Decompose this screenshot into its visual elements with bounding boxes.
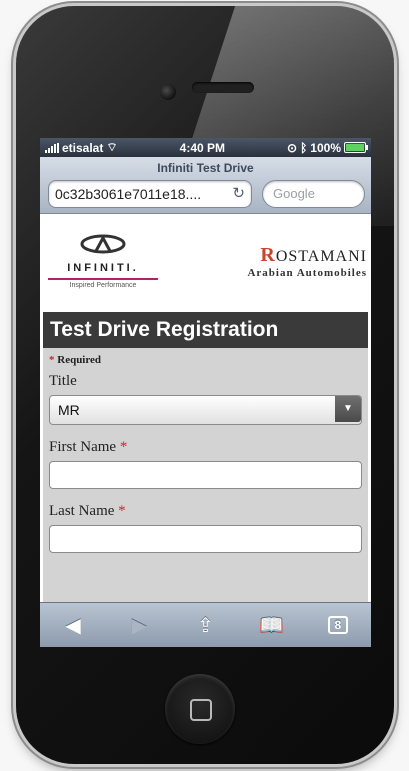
rostamani-logo: ROSTAMANI Arabian Automobiles <box>247 244 367 279</box>
chevron-down-icon: ▼ <box>335 396 361 422</box>
infiniti-wordmark: INFINITI. <box>67 262 139 274</box>
signal-bars-icon <box>45 142 59 153</box>
address-bar[interactable]: 0c32b3061e7011e18.... ↻ <box>48 180 252 208</box>
search-input[interactable]: Google <box>262 180 365 208</box>
forward-icon[interactable]: ▶ <box>119 613 159 638</box>
back-icon[interactable]: ◀ <box>53 613 93 638</box>
bluetooth-icon: ᛒ <box>300 140 308 155</box>
reload-icon[interactable]: ↻ <box>232 181 245 207</box>
rostamani-wordmark: OSTAMANI <box>275 248 367 265</box>
browser-toolbar: ◀ ▶ ⇪ 📖 8 <box>40 602 371 647</box>
title-label: Title <box>49 373 77 389</box>
infiniti-emblem-icon <box>80 234 126 254</box>
last-name-label: Last Name * <box>49 503 126 519</box>
infiniti-tagline: Inspired Performance <box>48 278 158 289</box>
infiniti-logo: INFINITI. Inspired Performance <box>48 234 158 289</box>
logo-banner: INFINITI. Inspired Performance ROSTAMANI… <box>40 214 371 312</box>
battery-icon <box>344 142 368 153</box>
share-icon[interactable]: ⇪ <box>185 613 225 638</box>
phone-screen: etisalat ⌔ 4:40 PM ⊙ ᛒ 100% Infiniti Tes… <box>40 138 371 647</box>
title-select[interactable]: MR ▼ <box>49 395 362 425</box>
browser-page-title: Infiniti Test Drive <box>157 161 254 175</box>
earpiece-speaker <box>192 82 254 93</box>
status-bar: etisalat ⌔ 4:40 PM ⊙ ᛒ 100% <box>40 138 371 157</box>
clock: 4:40 PM <box>179 140 226 155</box>
wifi-icon: ⌔ <box>106 140 118 154</box>
last-name-field[interactable] <box>49 525 362 553</box>
front-camera <box>160 84 176 100</box>
rostamani-initial: R <box>260 244 276 266</box>
required-note: * Required <box>49 354 102 366</box>
title-select-value: MR <box>58 402 80 418</box>
page-title: Test Drive Registration <box>43 312 368 348</box>
bookmarks-icon[interactable]: 📖 <box>252 613 292 638</box>
home-button[interactable] <box>165 674 235 744</box>
first-name-label: First Name * <box>49 439 128 455</box>
carrier-name: etisalat <box>62 140 104 155</box>
lock-rotation-icon: ⊙ <box>287 140 298 155</box>
first-name-field[interactable] <box>49 461 362 489</box>
browser-chrome: Infiniti Test Drive 0c32b3061e7011e18...… <box>40 157 371 214</box>
phone-bezel: etisalat ⌔ 4:40 PM ⊙ ᛒ 100% Infiniti Tes… <box>16 6 394 764</box>
battery-percent: 100% <box>310 140 341 155</box>
rostamani-brand: ROSTAMANI <box>247 244 367 267</box>
address-text: 0c32b3061e7011e18.... <box>55 186 202 202</box>
rostamani-subtitle: Arabian Automobiles <box>247 267 367 279</box>
tabs-icon[interactable]: 8 <box>318 616 358 634</box>
